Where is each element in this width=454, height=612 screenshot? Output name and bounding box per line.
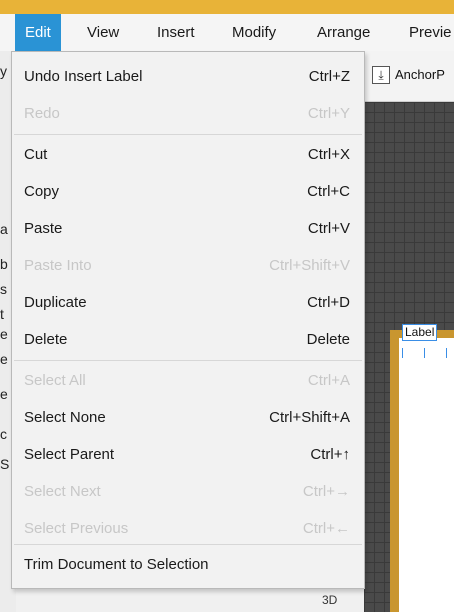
menu-item-delete[interactable]: Delete Delete: [12, 321, 364, 358]
selection-handle[interactable]: [402, 348, 403, 358]
menu-item-shortcut: Ctrl+A: [307, 372, 350, 389]
design-toolbar: ⤓ AnchorP: [364, 51, 454, 102]
menu-item-label: Delete: [24, 331, 68, 348]
menu-item-select-previous[interactable]: Select Previous Ctrl+←: [12, 510, 364, 547]
menu-item-paste-into[interactable]: Paste Into Ctrl+Shift+V: [12, 247, 364, 284]
menu-item-shortcut: Ctrl+V: [307, 220, 350, 237]
menu-item-select-parent[interactable]: Select Parent Ctrl+↑: [12, 436, 364, 473]
menu-item-duplicate[interactable]: Duplicate Ctrl+D: [12, 284, 364, 321]
menu-separator: [14, 360, 362, 361]
menu-item-shortcut: Ctrl+Shift+V: [269, 257, 350, 274]
menu-item-label: Select None: [24, 409, 106, 426]
view-3d-label[interactable]: 3D: [322, 593, 337, 607]
selection-handle[interactable]: [424, 348, 425, 358]
menu-item-label: Select Previous: [24, 520, 129, 537]
menu-item-shortcut: Ctrl+←: [302, 520, 350, 537]
menu-item-label: Select Next: [24, 483, 101, 500]
menu-item-shortcut: Ctrl+↑: [310, 446, 350, 463]
menu-item-undo[interactable]: Undo Insert Label Ctrl+Z: [12, 58, 364, 95]
menu-item-label: Select Parent: [24, 446, 115, 463]
menu-item-copy[interactable]: Copy Ctrl+C: [12, 173, 364, 210]
menu-item-label: Cut: [24, 146, 48, 163]
menu-item-label: Undo Insert Label: [24, 68, 143, 85]
anchor-pane-label[interactable]: AnchorP: [395, 66, 445, 84]
label-widget[interactable]: Label: [402, 324, 438, 341]
anchor-pane-icon[interactable]: ⤓: [372, 66, 390, 84]
menu-item-shortcut: Delete: [306, 331, 350, 348]
menu-item-shortcut: Ctrl+X: [307, 146, 350, 163]
selection-handle[interactable]: [446, 348, 447, 358]
menu-item-cut[interactable]: Cut Ctrl+X: [12, 136, 364, 173]
menu-item-label: Paste Into: [24, 257, 92, 274]
menu-item-trim-document[interactable]: Trim Document to Selection: [12, 546, 364, 583]
artboard[interactable]: [399, 338, 454, 612]
menu-view[interactable]: View: [87, 14, 119, 51]
menu-item-redo[interactable]: Redo Ctrl+Y: [12, 95, 364, 132]
menu-insert[interactable]: Insert: [157, 14, 195, 51]
menu-item-shortcut: Ctrl+Z: [308, 68, 350, 85]
menu-edit[interactable]: Edit: [15, 14, 61, 51]
window-title-bar: [0, 0, 454, 14]
menu-item-label: Trim Document to Selection: [24, 556, 209, 573]
menu-arrange[interactable]: Arrange: [317, 14, 370, 51]
menu-item-select-next[interactable]: Select Next Ctrl+→: [12, 473, 364, 510]
menu-item-shortcut: Ctrl+C: [307, 183, 350, 200]
menu-modify[interactable]: Modify: [232, 14, 276, 51]
menu-item-label: Copy: [24, 183, 60, 200]
menu-item-shortcut: Ctrl+D: [307, 294, 350, 311]
menu-bar: Edit View Insert Modify Arrange Previe: [0, 14, 454, 52]
menu-item-select-all[interactable]: Select All Ctrl+A: [12, 362, 364, 399]
edit-menu-dropdown: Undo Insert Label Ctrl+Z Redo Ctrl+Y Cut…: [11, 51, 365, 589]
menu-separator: [14, 544, 362, 545]
menu-item-shortcut: Ctrl+→: [302, 483, 350, 500]
menu-preview[interactable]: Previe: [409, 14, 452, 51]
menu-item-paste[interactable]: Paste Ctrl+V: [12, 210, 364, 247]
menu-item-select-none[interactable]: Select None Ctrl+Shift+A: [12, 399, 364, 436]
artboard-border: [390, 330, 399, 612]
menu-item-shortcut: Ctrl+Y: [307, 105, 350, 122]
menu-item-label: Paste: [24, 220, 63, 237]
menu-separator: [14, 134, 362, 135]
menu-item-label: Duplicate: [24, 294, 87, 311]
menu-item-shortcut: Ctrl+Shift+A: [269, 409, 350, 426]
menu-item-label: Select All: [24, 372, 86, 389]
menu-item-label: Redo: [24, 105, 60, 122]
